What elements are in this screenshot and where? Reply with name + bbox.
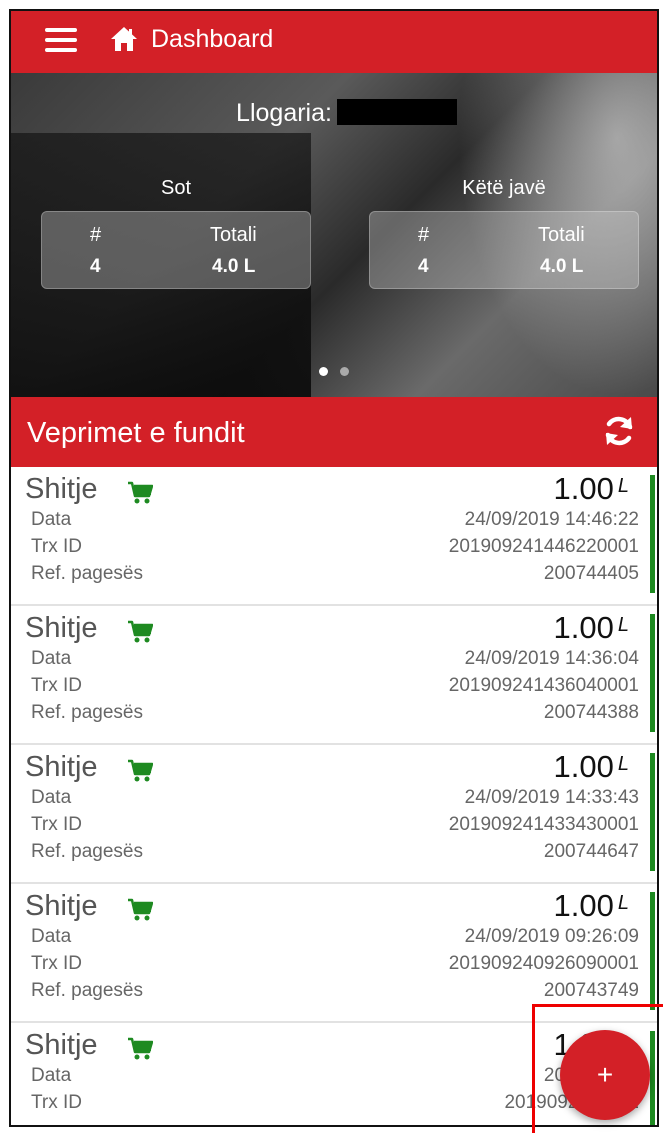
transaction-item[interactable]: Shitje 1.00 L Data 24/09/2019 14:36:04 Tr…	[11, 606, 657, 745]
status-indicator	[650, 892, 655, 1010]
trx-id-value: 201909240926090001	[448, 953, 639, 974]
account-label: Llogaria:	[236, 99, 332, 127]
status-indicator	[650, 614, 655, 732]
transaction-type: Shitje	[25, 1029, 98, 1061]
transaction-amount: 1.00L	[553, 471, 629, 506]
today-stats-card: # Totali 4 4.0 L	[41, 211, 311, 289]
today-total: 4.0 L	[212, 256, 256, 277]
trx-id-value: 201909241446220001	[448, 536, 639, 557]
payment-ref-value: 200744405	[543, 563, 639, 584]
transaction-type: Shitje	[25, 612, 98, 644]
total-header: Totali	[210, 224, 257, 246]
payment-ref-label: Ref. pagesës	[31, 702, 143, 723]
status-indicator	[650, 1031, 655, 1125]
trx-id-value: 201909241436040001	[448, 675, 639, 696]
transaction-type: Shitje	[25, 890, 98, 922]
trx-id-label: Trx ID	[31, 675, 83, 696]
transaction-item[interactable]: Shitje 1.00 L Data 24/09/2019 14:33:43 Tr…	[11, 745, 657, 884]
status-indicator	[650, 475, 655, 593]
count-header: #	[418, 224, 430, 246]
transaction-type: Shitje	[25, 751, 98, 783]
payment-ref-value: 200744388	[543, 702, 639, 723]
date-value: 24/09/2019 14:33:43	[464, 787, 639, 808]
transaction-item[interactable]: Shitje 1.00 L Data 24/09/2019 14:46:22 Tr…	[11, 467, 657, 606]
shopping-cart-icon	[128, 898, 153, 921]
transaction-amount: 1.00L	[553, 610, 629, 645]
app-frame: Dashboard Llogaria: Sot Këtë javë # Tota…	[9, 9, 659, 1127]
payment-ref-value: 200744647	[543, 841, 639, 862]
page-title: Dashboard	[151, 25, 274, 53]
trx-id-label: Trx ID	[31, 536, 83, 557]
period-today-label: Sot	[160, 177, 192, 199]
period-week-label: Këtë javë	[462, 177, 546, 199]
today-count: 4	[90, 256, 101, 277]
date-label: Data	[31, 926, 72, 947]
transaction-item[interactable]: Shitje 1.00 L Data 24/09/2019 09:26:09 Tr…	[11, 884, 657, 1023]
date-value: 24/09/2019 09:26:09	[464, 926, 639, 947]
payment-ref-value: 200743749	[543, 980, 639, 1001]
date-label: Data	[31, 648, 72, 669]
status-indicator	[650, 753, 655, 871]
section-title: Veprimet e fundit	[27, 417, 245, 449]
carousel-pagination	[11, 363, 657, 381]
transaction-type: Shitje	[25, 473, 98, 505]
transaction-amount: 1.00L	[553, 888, 629, 923]
week-stats-card: # Totali 4 4.0 L	[369, 211, 639, 289]
week-total: 4.0 L	[540, 256, 584, 277]
transaction-list: Shitje 1.00 L Data 24/09/2019 14:46:22 Tr…	[11, 467, 657, 1125]
payment-ref-label: Ref. pagesës	[31, 841, 143, 862]
add-transaction-button[interactable]: +	[560, 1030, 650, 1120]
payment-ref-label: Ref. pagesës	[31, 563, 143, 584]
count-header: #	[90, 224, 102, 246]
hamburger-menu-icon[interactable]	[45, 28, 77, 52]
shopping-cart-icon	[128, 759, 153, 782]
carousel-dot[interactable]	[340, 367, 350, 376]
top-app-bar: Dashboard	[11, 11, 657, 73]
shopping-cart-icon	[128, 481, 153, 504]
total-header: Totali	[538, 224, 585, 246]
date-label: Data	[31, 1065, 72, 1086]
account-row: Llogaria:	[11, 99, 657, 128]
date-value: 24/09/2019 14:46:22	[464, 509, 639, 530]
date-label: Data	[31, 509, 72, 530]
trx-id-label: Trx ID	[31, 1092, 83, 1113]
carousel-dot[interactable]	[318, 367, 328, 376]
trx-id-label: Trx ID	[31, 953, 83, 974]
transaction-amount: 1.00L	[553, 749, 629, 784]
date-label: Data	[31, 787, 72, 808]
shopping-cart-icon	[128, 1037, 153, 1060]
refresh-icon[interactable]	[601, 413, 637, 449]
summary-carousel[interactable]: Llogaria: Sot Këtë javë # Totali 4 4.0 L…	[11, 73, 657, 397]
date-value: 24/09/2019 14:36:04	[464, 648, 639, 669]
recent-transactions-header: Veprimet e fundit	[11, 397, 657, 467]
trx-id-label: Trx ID	[31, 814, 83, 835]
account-number-redacted	[337, 99, 457, 125]
home-icon[interactable]	[109, 24, 139, 54]
trx-id-value: 201909241433430001	[448, 814, 639, 835]
payment-ref-label: Ref. pagesës	[31, 980, 143, 1001]
shopping-cart-icon	[128, 620, 153, 643]
week-count: 4	[418, 256, 429, 277]
